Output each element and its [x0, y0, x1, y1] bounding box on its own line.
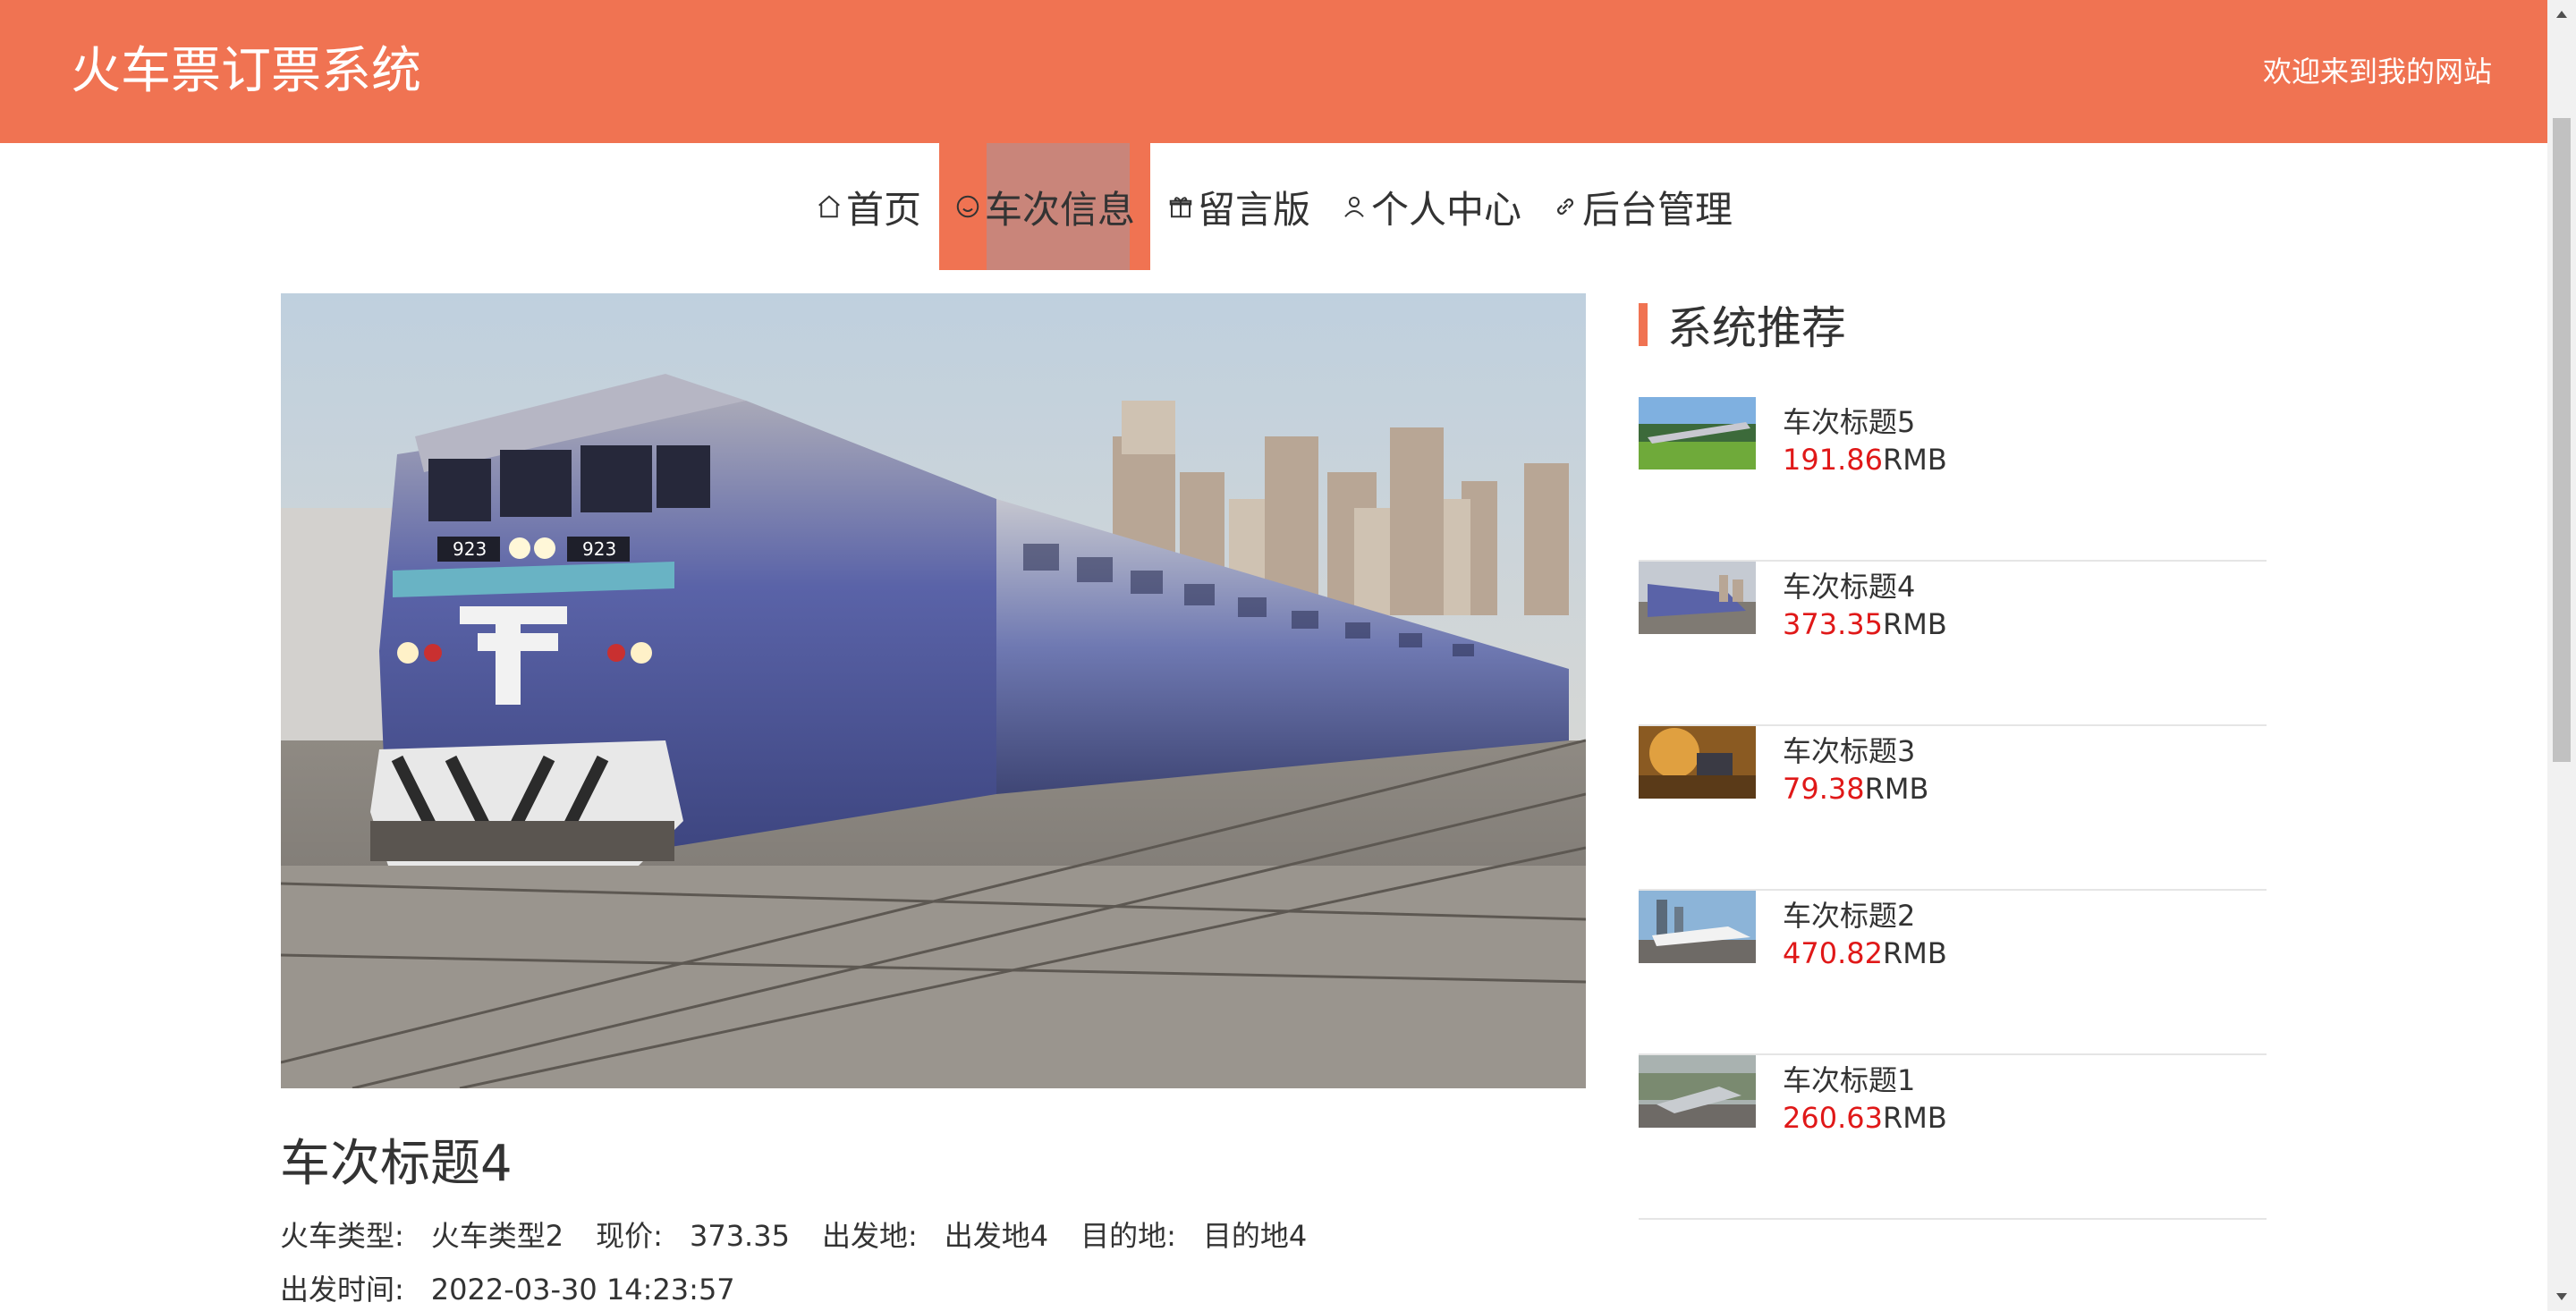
train-type-label: 火车类型: — [280, 1219, 404, 1253]
recommend-item-price: 470.82RMB — [1783, 935, 1947, 971]
price-unit: RMB — [1864, 772, 1929, 806]
svg-text:923: 923 — [453, 538, 487, 560]
recommend-item-name[interactable]: 车次标题3 — [1783, 733, 1915, 769]
welcome-text: 欢迎来到我的网站 — [2262, 55, 2492, 89]
price-number: 260.63 — [1783, 1101, 1883, 1135]
recommend-item-price: 373.35RMB — [1783, 606, 1947, 642]
recommend-item[interactable]: 车次标题2 470.82RMB — [1639, 891, 2267, 1055]
recommend-item-name[interactable]: 车次标题4 — [1783, 569, 1915, 605]
scroll-up-arrow-icon[interactable] — [2547, 0, 2576, 29]
scrollbar-thumb[interactable] — [2553, 118, 2571, 762]
svg-text:923: 923 — [582, 538, 616, 560]
nav-item-personal-center[interactable]: 个人中心 — [1342, 143, 1521, 270]
nav-item-label: 留言版 — [1198, 187, 1311, 232]
depart-time-value: 2022-03-30 14:23:57 — [430, 1273, 735, 1307]
nav-item-label: 车次信息 — [985, 187, 1136, 232]
recommend-thumbnail[interactable] — [1639, 726, 1756, 799]
main-nav: 首页 车次信息 留言版 个人中心 后台管理 — [0, 143, 2547, 270]
price-unit: RMB — [1882, 1101, 1947, 1135]
depart-time-label: 出发时间: — [280, 1273, 404, 1307]
price-number: 191.86 — [1783, 443, 1883, 477]
recommend-item-price: 260.63RMB — [1783, 1100, 1947, 1136]
price-unit: RMB — [1882, 936, 1947, 970]
gift-icon — [1167, 193, 1194, 220]
site-title[interactable]: 火车票订票系统 — [71, 39, 421, 104]
recommend-thumbnail[interactable] — [1639, 1055, 1756, 1128]
destination-label: 目的地: — [1080, 1219, 1176, 1253]
home-icon — [816, 193, 843, 220]
train-detail-title: 车次标题4 — [280, 1135, 513, 1193]
recommend-header: 系统推荐 — [1639, 300, 1846, 354]
page-scrollbar[interactable] — [2547, 0, 2576, 1311]
recommend-thumbnail[interactable] — [1639, 397, 1756, 469]
recommend-item-price: 79.38RMB — [1783, 771, 1928, 807]
price-number: 79.38 — [1783, 772, 1865, 806]
price-unit: RMB — [1882, 607, 1947, 641]
recommend-item[interactable]: 车次标题4 373.35RMB — [1639, 562, 2267, 726]
train-main-image: 923 923 — [281, 293, 1586, 1088]
train-detail-info-line: 火车类型: 火车类型2 现价: 373.35 出发地: 出发地4 目的地: 目的地4 — [280, 1216, 1307, 1256]
recommend-item[interactable]: 车次标题5 191.86RMB — [1639, 397, 2267, 562]
departure-value: 出发地4 — [944, 1219, 1049, 1253]
recommend-item-name[interactable]: 车次标题5 — [1783, 404, 1915, 440]
price-label: 现价: — [596, 1219, 663, 1253]
nav-item-message-board[interactable]: 留言版 — [1167, 143, 1311, 270]
site-header: 火车票订票系统 欢迎来到我的网站 — [0, 0, 2547, 143]
smile-icon — [954, 193, 981, 220]
recommend-accent-bar — [1639, 303, 1648, 346]
train-detail-time-line: 出发时间: 2022-03-30 14:23:57 — [280, 1270, 735, 1309]
train-type-value: 火车类型2 — [430, 1219, 564, 1253]
nav-item-label: 后台管理 — [1582, 187, 1733, 232]
recommend-title: 系统推荐 — [1667, 302, 1846, 354]
recommend-thumbnail[interactable] — [1639, 891, 1756, 963]
recommend-item[interactable]: 车次标题3 79.38RMB — [1639, 726, 2267, 891]
scroll-down-arrow-icon[interactable] — [2547, 1282, 2576, 1311]
user-icon — [1341, 193, 1368, 220]
price-number: 373.35 — [1783, 607, 1883, 641]
recommend-item-price: 191.86RMB — [1783, 442, 1947, 478]
price-number: 470.82 — [1783, 936, 1883, 970]
nav-item-admin[interactable]: 后台管理 — [1552, 143, 1733, 270]
recommend-item-name[interactable]: 车次标题1 — [1783, 1062, 1915, 1098]
price-unit: RMB — [1882, 443, 1947, 477]
recommend-item-name[interactable]: 车次标题2 — [1783, 898, 1915, 934]
link-icon — [1552, 193, 1579, 220]
nav-item-label: 个人中心 — [1371, 187, 1522, 232]
nav-item-home[interactable]: 首页 — [810, 143, 927, 270]
price-value: 373.35 — [689, 1219, 790, 1253]
recommend-item[interactable]: 车次标题1 260.63RMB — [1639, 1055, 2267, 1220]
recommend-thumbnail[interactable] — [1639, 562, 1756, 634]
nav-item-train-info[interactable]: 车次信息 — [954, 143, 1136, 270]
page: 火车票订票系统 欢迎来到我的网站 首页 车次信息 留言版 个人中心 后台管理 9… — [0, 0, 2576, 1311]
destination-value: 目的地4 — [1202, 1219, 1308, 1253]
departure-label: 出发地: — [821, 1219, 918, 1253]
nav-item-label: 首页 — [845, 187, 921, 232]
